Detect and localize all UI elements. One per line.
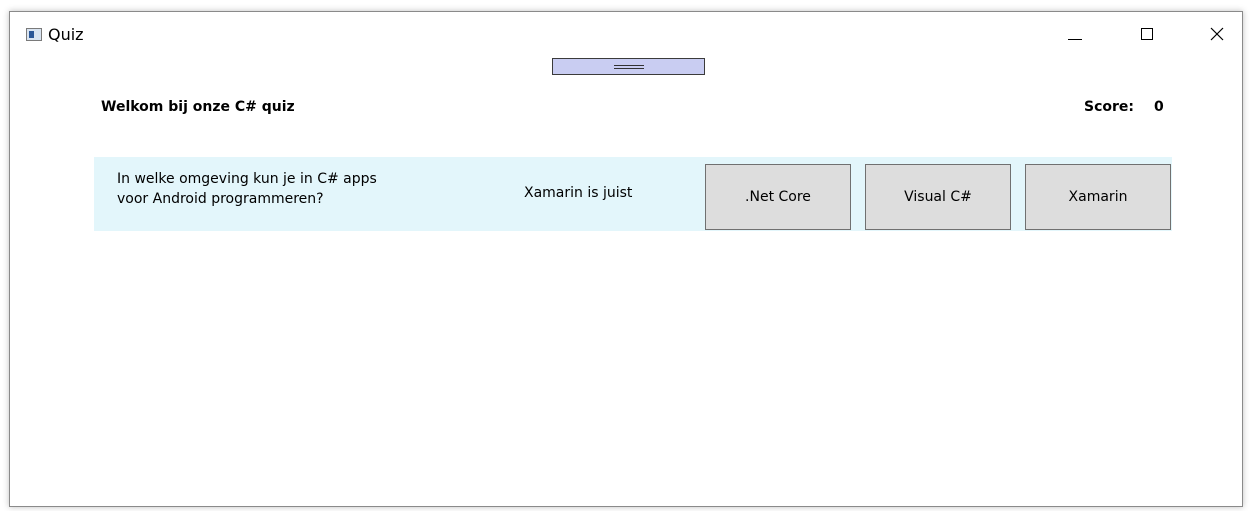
drag-handle[interactable] [552, 58, 705, 75]
app-window-icon [26, 28, 42, 41]
score-value: 0 [1154, 99, 1164, 115]
quiz-window: Quiz Welkom bij onze C# quiz Score: 0 In… [9, 11, 1243, 507]
close-icon [1210, 27, 1224, 41]
question-text: In welke omgeving kun je in C# apps voor… [117, 169, 417, 209]
close-button[interactable] [1194, 12, 1240, 56]
answer-button-xamarin[interactable]: Xamarin [1025, 164, 1171, 230]
answer-feedback: Xamarin is juist [524, 185, 633, 201]
maximize-button[interactable] [1124, 12, 1170, 56]
question-row: In welke omgeving kun je in C# apps voor… [94, 157, 1172, 231]
title-bar[interactable]: Quiz [10, 12, 1242, 56]
maximize-icon [1141, 28, 1153, 40]
score-label: Score: [1084, 99, 1134, 115]
answer-button-net-core[interactable]: .Net Core [705, 164, 851, 230]
minimize-icon [1068, 38, 1082, 40]
question-line-1: In welke omgeving kun je in C# apps [117, 171, 377, 187]
drag-handle-icon [613, 64, 644, 66]
answer-button-visual-csharp[interactable]: Visual C# [865, 164, 1011, 230]
welcome-heading: Welkom bij onze C# quiz [101, 99, 295, 115]
question-line-2: voor Android programmeren? [117, 191, 324, 207]
minimize-button[interactable] [1052, 12, 1098, 56]
window-title: Quiz [48, 25, 84, 44]
